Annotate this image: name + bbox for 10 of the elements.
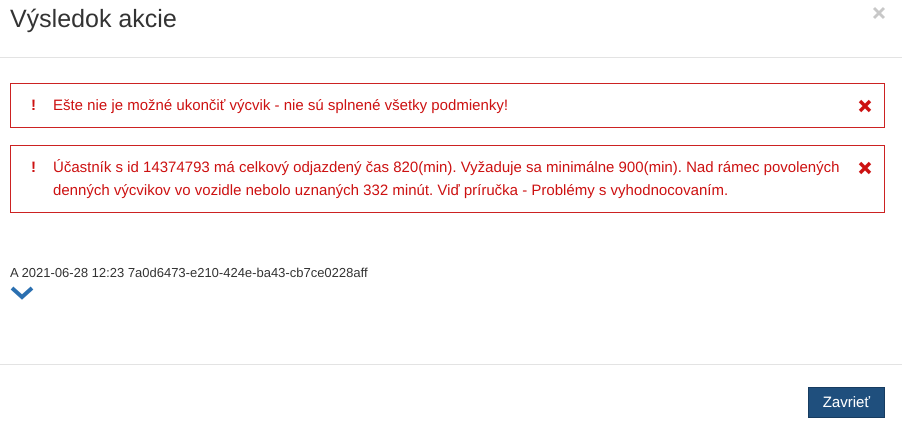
error-message: Ešte nie je možné ukončiť výcvik - nie sú splnené všetky podmienky! (53, 96, 510, 116)
close-button[interactable]: Zavrieť (808, 387, 885, 418)
exclamation-mark: ! (31, 96, 37, 116)
dismiss-icon[interactable] (858, 99, 872, 113)
details-text: A 2021-06-28 12:23 7a0d6473-e210-424e-ba43-cb7ce0228aff (10, 265, 369, 280)
chevron-icon[interactable] (10, 286, 34, 300)
dismiss-icon[interactable] (858, 161, 872, 175)
error-message: Účastník s id 14374793 má celkový odjazdený čas 820(min). Vyžaduje sa minimálne 900(min). Nad rámec povolených denných výcvikov vo vozidle nebolo uznaných 332 minút. Viď príručka - Problémy s vyhodnocovaním. (53, 158, 840, 201)
dialog-title: Výsledok akcie (10, 4, 177, 34)
exclamation-mark: ! (31, 158, 37, 178)
